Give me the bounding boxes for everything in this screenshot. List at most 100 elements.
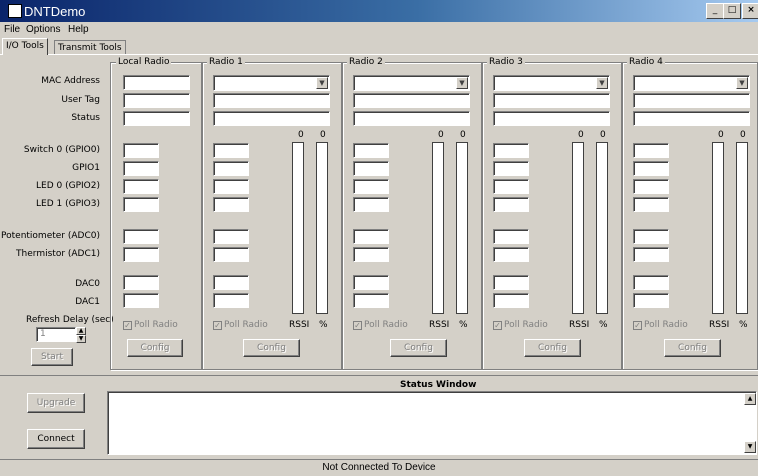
refresh-delay-input[interactable]: 1 bbox=[36, 327, 76, 342]
radio-4-dac0-field[interactable] bbox=[633, 275, 669, 290]
dac1-label: DAC1 bbox=[75, 297, 100, 307]
local-mac-field[interactable] bbox=[123, 75, 190, 90]
user-tag-label: User Tag bbox=[61, 95, 100, 105]
radio-2-pct-label: % bbox=[459, 320, 468, 330]
radio-4-switch0-field bbox=[633, 143, 669, 158]
local-led0-field[interactable] bbox=[123, 179, 159, 194]
local-user-tag-field[interactable] bbox=[123, 93, 190, 108]
radio-3-config-button[interactable]: Config bbox=[524, 339, 581, 357]
radio-2-config-button[interactable]: Config bbox=[390, 339, 447, 357]
local-switch0-field bbox=[123, 143, 159, 158]
radio-4-dac1-field[interactable] bbox=[633, 293, 669, 308]
radio-3-dac0-field[interactable] bbox=[493, 275, 529, 290]
radio-2-led1-field[interactable] bbox=[353, 197, 389, 212]
window-title: DNTDemo bbox=[24, 4, 86, 19]
menu-help[interactable]: Help bbox=[68, 24, 89, 35]
radio-2-title: Radio 2 bbox=[347, 57, 385, 67]
local-led1-field[interactable] bbox=[123, 197, 159, 212]
radio-2-dac1-field[interactable] bbox=[353, 293, 389, 308]
scroll-up-icon[interactable]: ▲ bbox=[744, 393, 756, 405]
radio-4-poll-checkbox[interactable]: ✓ bbox=[633, 321, 642, 330]
radio-2-user-tag-field[interactable] bbox=[353, 93, 470, 108]
local-status-field bbox=[123, 111, 190, 126]
status-bar-text: Not Connected To Device bbox=[322, 462, 436, 473]
radio-1-switch0-field bbox=[213, 143, 249, 158]
led0-label: LED 0 (GPIO2) bbox=[36, 181, 100, 191]
radio-3-dac1-field[interactable] bbox=[493, 293, 529, 308]
dac0-label: DAC0 bbox=[75, 279, 100, 289]
radio-3-therm-field bbox=[493, 247, 529, 262]
radio-3-poll-label: Poll Radio bbox=[504, 320, 548, 330]
radio-3-user-tag-field[interactable] bbox=[493, 93, 610, 108]
radio-4-config-button[interactable]: Config bbox=[664, 339, 721, 357]
radio-1-pct-label: % bbox=[319, 320, 328, 330]
connect-button[interactable]: Connect bbox=[27, 429, 85, 449]
local-poll-checkbox[interactable]: ✓ bbox=[123, 321, 132, 330]
chevron-down-icon[interactable]: ▼ bbox=[596, 77, 608, 89]
chevron-down-icon[interactable]: ▼ bbox=[736, 77, 748, 89]
minimize-button[interactable]: _ bbox=[706, 3, 724, 19]
menu-file[interactable]: File bbox=[4, 24, 20, 35]
radio-4-poll-label: Poll Radio bbox=[644, 320, 688, 330]
chevron-down-icon[interactable]: ▼ bbox=[456, 77, 468, 89]
radio-1-rssi-bar bbox=[292, 142, 304, 314]
tab-io-tools[interactable]: I/O Tools bbox=[2, 38, 48, 55]
scroll-down-icon[interactable]: ▼ bbox=[744, 441, 756, 453]
radio-4-gpio1-field bbox=[633, 161, 669, 176]
radio-2-rssi-label: RSSI bbox=[429, 320, 450, 330]
menu-bar bbox=[0, 22, 758, 38]
radio-1-user-tag-field[interactable] bbox=[213, 93, 330, 108]
radio-1-led1-field[interactable] bbox=[213, 197, 249, 212]
radio-4-therm-field bbox=[633, 247, 669, 262]
radio-2-mac-combo[interactable] bbox=[353, 75, 470, 91]
radio-2-led0-field[interactable] bbox=[353, 179, 389, 194]
local-dac1-field[interactable] bbox=[123, 293, 159, 308]
radio-1-dac1-field[interactable] bbox=[213, 293, 249, 308]
status-label: Status bbox=[71, 113, 100, 123]
close-button[interactable]: × bbox=[742, 3, 758, 19]
maximize-button[interactable]: □ bbox=[723, 3, 741, 19]
radio-2-poll-checkbox[interactable]: ✓ bbox=[353, 321, 362, 330]
mac-address-label: MAC Address bbox=[41, 76, 100, 86]
radio-1-rssi-value: 0 bbox=[298, 130, 304, 140]
radio-2-dac0-field[interactable] bbox=[353, 275, 389, 290]
tab-transmit-tools[interactable]: Transmit Tools bbox=[54, 40, 126, 54]
radio-3-mac-combo[interactable] bbox=[493, 75, 610, 91]
radio-2-rssi-value: 0 bbox=[438, 130, 444, 140]
radio-3-poll-checkbox[interactable]: ✓ bbox=[493, 321, 502, 330]
radio-3-led0-field[interactable] bbox=[493, 179, 529, 194]
radio-1-config-button[interactable]: Config bbox=[243, 339, 300, 357]
local-dac0-field[interactable] bbox=[123, 275, 159, 290]
radio-4-rssi-bar bbox=[712, 142, 724, 314]
radio-1-status-field bbox=[213, 111, 330, 126]
radio-4-mac-combo[interactable] bbox=[633, 75, 750, 91]
radio-1-dac0-field[interactable] bbox=[213, 275, 249, 290]
spin-down-icon[interactable]: ▼ bbox=[76, 335, 86, 343]
radio-4-pot-field bbox=[633, 229, 669, 244]
local-therm-field bbox=[123, 247, 159, 262]
radio-4-led1-field[interactable] bbox=[633, 197, 669, 212]
radio-3-led1-field[interactable] bbox=[493, 197, 529, 212]
radio-1-mac-combo[interactable] bbox=[213, 75, 330, 91]
status-window-textbox[interactable] bbox=[107, 391, 757, 455]
gpio1-label: GPIO1 bbox=[72, 163, 100, 173]
radio-4-user-tag-field[interactable] bbox=[633, 93, 750, 108]
spin-up-icon[interactable]: ▲ bbox=[76, 327, 86, 335]
chevron-down-icon[interactable]: ▼ bbox=[316, 77, 328, 89]
local-pot-field bbox=[123, 229, 159, 244]
potentiometer-label: Potentiometer (ADC0) bbox=[1, 231, 100, 241]
menu-options[interactable]: Options bbox=[26, 24, 60, 35]
led1-label: LED 1 (GPIO3) bbox=[36, 199, 100, 209]
radio-1-poll-checkbox[interactable]: ✓ bbox=[213, 321, 222, 330]
radio-4-led0-field[interactable] bbox=[633, 179, 669, 194]
radio-2-pct-bar bbox=[456, 142, 468, 314]
start-button[interactable]: Start bbox=[31, 348, 73, 366]
local-config-button[interactable]: Config bbox=[127, 339, 183, 357]
upgrade-button[interactable]: Upgrade bbox=[27, 393, 85, 413]
radio-3-pct-value: 0 bbox=[600, 130, 606, 140]
status-window-title: Status Window bbox=[400, 380, 477, 390]
radio-2-rssi-bar bbox=[432, 142, 444, 314]
radio-3-switch0-field bbox=[493, 143, 529, 158]
radio-1-led0-field[interactable] bbox=[213, 179, 249, 194]
radio-3-pct-bar bbox=[596, 142, 608, 314]
